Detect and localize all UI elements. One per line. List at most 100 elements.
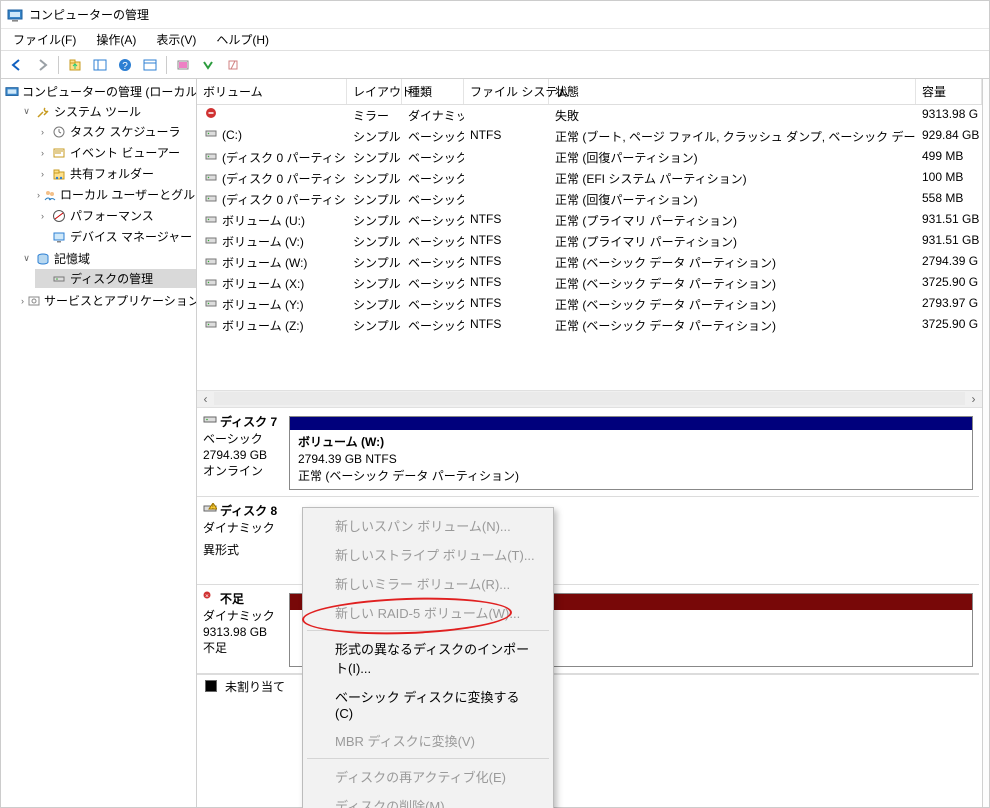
- event-viewer-icon: [51, 145, 67, 161]
- col-volume[interactable]: ボリューム: [197, 79, 347, 104]
- spacer: [37, 231, 48, 242]
- missing-name: 不足: [220, 591, 244, 607]
- help-button[interactable]: ?: [113, 54, 137, 76]
- disk7-size: 2794.39 GB: [203, 447, 283, 463]
- tree-shared-folders[interactable]: ›共有フォルダー: [35, 164, 196, 183]
- table-row[interactable]: ボリューム (Z:)シンプルベーシックNTFS正常 (ベーシック データ パーテ…: [197, 315, 982, 336]
- window-title: コンピューターの管理: [29, 6, 149, 23]
- expand-closed-icon[interactable]: ›: [37, 126, 48, 137]
- col-status[interactable]: 状態: [549, 79, 916, 104]
- actions-pane-collapsed[interactable]: [983, 79, 989, 807]
- menu-view[interactable]: 表示(V): [148, 29, 204, 50]
- col-type[interactable]: 種類: [402, 79, 464, 104]
- tree-services-apps[interactable]: › サービスとアプリケーション: [19, 291, 196, 310]
- table-row[interactable]: (ディスク 0 パーティション 5)シンプルベーシック正常 (回復パーティション…: [197, 189, 982, 210]
- table-row[interactable]: (ディスク 0 パーティション 2)シンプルベーシック正常 (EFI システム …: [197, 168, 982, 189]
- disk-info-7: ディスク 7 ベーシック 2794.39 GB オンライン: [197, 408, 287, 496]
- ctx-new-stripe: 新しいストライプ ボリューム(T)...: [305, 540, 551, 569]
- menu-separator: [307, 758, 549, 759]
- scroll-right-icon[interactable]: ›: [965, 391, 982, 406]
- partition-bar: [290, 417, 972, 431]
- disk7-state: オンライン: [203, 463, 283, 479]
- ctx-convert-mbr: MBR ディスクに変換(V): [305, 726, 551, 755]
- tree-device-manager-label: デバイス マネージャー: [70, 228, 192, 245]
- partition-w[interactable]: ボリューム (W:) 2794.39 GB NTFS 正常 (ベーシック データ…: [289, 416, 973, 490]
- col-filesystem[interactable]: ファイル システム: [464, 79, 549, 104]
- separator: [166, 56, 167, 74]
- volume-icon: [203, 236, 219, 246]
- table-row[interactable]: ボリューム (X:)シンプルベーシックNTFS正常 (ベーシック データ パーテ…: [197, 273, 982, 294]
- volume-icon: [203, 152, 219, 162]
- refresh-button[interactable]: [171, 54, 195, 76]
- volume-icon: [203, 215, 219, 225]
- disk8-name: ディスク 8: [220, 503, 277, 519]
- disk-icon: [203, 414, 217, 430]
- missing-type: ダイナミック: [203, 608, 283, 624]
- scroll-track[interactable]: [214, 392, 965, 405]
- tree-disk-management[interactable]: ディスクの管理: [35, 269, 196, 288]
- menu-help[interactable]: ヘルプ(H): [208, 29, 277, 50]
- disk-warning-icon: !: [203, 503, 217, 519]
- ctx-reactivate: ディスクの再アクティブ化(E): [305, 762, 551, 791]
- volume-icon: [203, 320, 219, 330]
- ctx-import-foreign[interactable]: 形式の異なるディスクのインポート(I)...: [305, 634, 551, 682]
- storage-icon: [35, 251, 51, 267]
- disk7-name: ディスク 7: [220, 414, 277, 430]
- expand-closed-icon[interactable]: ›: [21, 295, 24, 306]
- expand-icon[interactable]: ∨: [21, 253, 32, 264]
- tree-pane: コンピューターの管理 (ローカル) ∨ システム ツール ›タスク ス: [1, 79, 197, 807]
- tree-performance-label: パフォーマンス: [70, 207, 154, 224]
- back-button[interactable]: [5, 54, 29, 76]
- action-button[interactable]: [196, 54, 220, 76]
- forward-button[interactable]: [30, 54, 54, 76]
- table-row[interactable]: ミラーダイナミック失敗9313.98 G: [197, 105, 982, 126]
- disk-row-7[interactable]: ディスク 7 ベーシック 2794.39 GB オンライン ボリューム (W:)…: [197, 408, 979, 497]
- settings-button[interactable]: [221, 54, 245, 76]
- tree-performance[interactable]: › パフォーマンス: [35, 206, 196, 225]
- partition-w-title: ボリューム (W:): [298, 435, 384, 449]
- table-row[interactable]: (ディスク 0 パーティション 1)シンプルベーシック正常 (回復パーティション…: [197, 147, 982, 168]
- expand-closed-icon[interactable]: ›: [37, 210, 48, 221]
- col-layout[interactable]: レイアウト: [347, 79, 402, 104]
- tree-storage[interactable]: ∨ 記憶域: [19, 249, 196, 268]
- tree-local-users[interactable]: ›ローカル ユーザーとグループ: [35, 185, 196, 204]
- volume-icon: [203, 257, 219, 267]
- table-row[interactable]: ボリューム (V:)シンプルベーシックNTFS正常 (プライマリ パーティション…: [197, 231, 982, 252]
- horizontal-scrollbar[interactable]: ‹ ›: [197, 390, 982, 407]
- table-row[interactable]: (C:)シンプルベーシックNTFS正常 (ブート, ページ ファイル, クラッシ…: [197, 126, 982, 147]
- legend-swatch-unallocated: [205, 680, 217, 692]
- device-manager-icon: [51, 229, 67, 245]
- ctx-convert-basic[interactable]: ベーシック ディスクに変換する(C): [305, 682, 551, 726]
- table-row[interactable]: ボリューム (Y:)シンプルベーシックNTFS正常 (ベーシック データ パーテ…: [197, 294, 982, 315]
- tree-task-scheduler[interactable]: ›タスク スケジューラ: [35, 122, 196, 141]
- expand-icon[interactable]: ∨: [21, 106, 32, 117]
- ctx-new-mirror: 新しいミラー ボリューム(R)...: [305, 569, 551, 598]
- ctx-new-span: 新しいスパン ボリューム(N)...: [305, 511, 551, 540]
- col-capacity[interactable]: 容量: [916, 79, 982, 104]
- tree-root[interactable]: コンピューターの管理 (ローカル): [3, 82, 196, 101]
- table-row[interactable]: ボリューム (U:)シンプルベーシックNTFS正常 (プライマリ パーティション…: [197, 210, 982, 231]
- tree-device-manager[interactable]: デバイス マネージャー: [35, 227, 196, 246]
- tree-event-viewer[interactable]: › イベント ビューアー: [35, 143, 196, 162]
- disk8-state: 異形式: [203, 542, 283, 558]
- show-hide-tree-button[interactable]: [88, 54, 112, 76]
- expand-closed-icon[interactable]: ›: [37, 189, 40, 200]
- expand-closed-icon[interactable]: ›: [37, 168, 48, 179]
- svg-text:!: !: [212, 504, 213, 510]
- volume-icon: [203, 194, 219, 204]
- partition-w-line3: 正常 (ベーシック データ パーティション): [298, 468, 964, 485]
- menu-action[interactable]: 操作(A): [88, 29, 144, 50]
- legend-unallocated: 未割り当て: [225, 678, 285, 695]
- scroll-left-icon[interactable]: ‹: [197, 391, 214, 406]
- menu-file[interactable]: ファイル(F): [5, 29, 84, 50]
- table-row[interactable]: ボリューム (W:)シンプルベーシックNTFS正常 (ベーシック データ パーテ…: [197, 252, 982, 273]
- up-button[interactable]: [63, 54, 87, 76]
- tree-system-tools[interactable]: ∨ システム ツール: [19, 102, 196, 121]
- properties-button[interactable]: [138, 54, 162, 76]
- expand-closed-icon[interactable]: ›: [37, 147, 48, 158]
- disk-info-8: !ディスク 8 ダイナミック 異形式: [197, 497, 287, 584]
- volume-icon: [203, 173, 219, 183]
- tree-storage-label: 記憶域: [54, 250, 90, 267]
- tree-event-viewer-label: イベント ビューアー: [70, 144, 180, 161]
- spacer: [37, 273, 48, 284]
